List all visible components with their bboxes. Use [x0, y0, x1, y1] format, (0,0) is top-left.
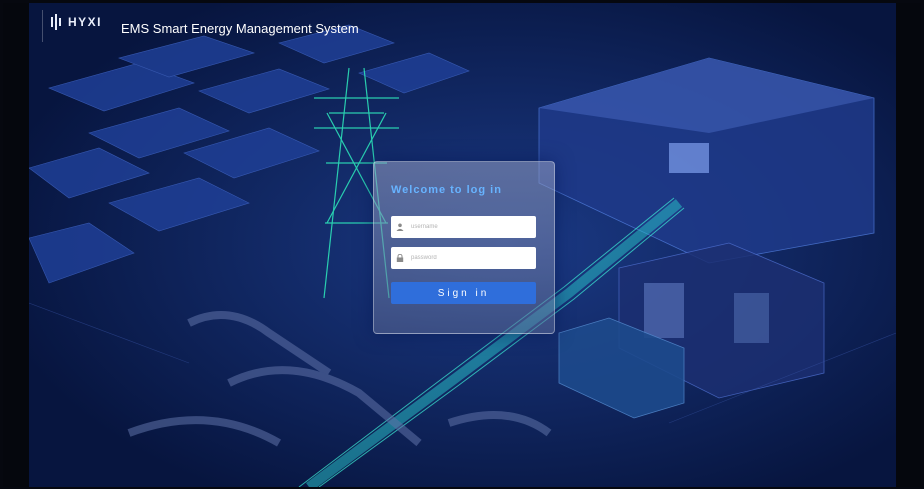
- user-icon: [391, 223, 409, 231]
- password-field[interactable]: [391, 247, 536, 269]
- username-field[interactable]: [391, 216, 536, 238]
- login-title: Welcome to log in: [391, 184, 502, 196]
- lock-icon: [391, 254, 409, 262]
- sign-in-button[interactable]: Sign in: [391, 282, 536, 304]
- left-dark-edge: [3, 3, 29, 487]
- logo-text: HYXI: [68, 15, 103, 29]
- hyxi-logo-icon: [50, 14, 62, 30]
- app-title: EMS Smart Energy Management System: [121, 21, 359, 36]
- login-card: Welcome to log in Sign in: [373, 161, 555, 334]
- username-input[interactable]: [409, 223, 533, 231]
- password-input[interactable]: [409, 254, 533, 262]
- right-dark-edge: [896, 3, 921, 487]
- hyxi-logo: HYXI: [50, 14, 102, 30]
